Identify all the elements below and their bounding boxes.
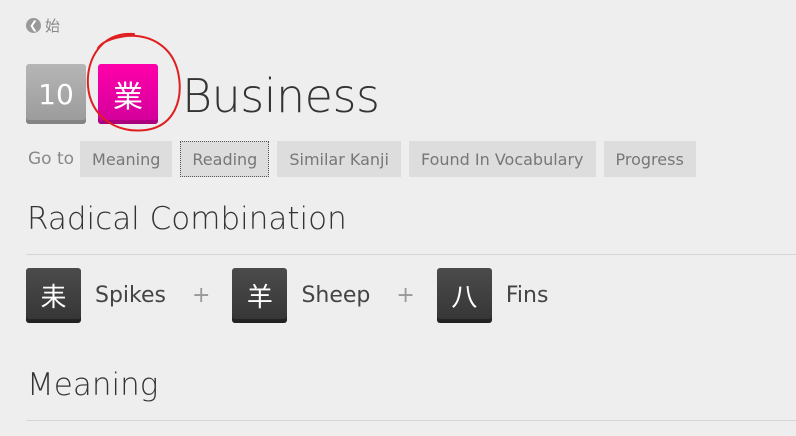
goto-meaning-button[interactable]: Meaning xyxy=(80,141,173,177)
radical-item-spikes[interactable]: ⽾ Spikes xyxy=(26,268,166,323)
goto-nav: Go to Meaning Reading Similar Kanji Foun… xyxy=(28,141,704,177)
radical-name: Sheep xyxy=(301,283,371,308)
radical-name: Fins xyxy=(505,283,549,308)
plus-sign: + xyxy=(192,283,211,308)
back-link[interactable]: ❮ 始 xyxy=(26,15,60,36)
goto-label: Go to xyxy=(28,149,75,169)
radical-symbol: ⽾ xyxy=(26,268,81,323)
plus-sign: + xyxy=(396,283,415,308)
radical-item-sheep[interactable]: 羊 Sheep xyxy=(232,268,370,323)
radical-name: Spikes xyxy=(95,283,166,308)
radical-symbol: 羊 xyxy=(232,268,288,323)
section-title-radical-combination: Radical Combination xyxy=(27,201,347,237)
back-link-label: 始 xyxy=(45,17,61,35)
kanji-character: 業 xyxy=(98,64,158,124)
level-badge: 10 xyxy=(26,64,86,124)
radical-item-fins[interactable]: 八 Fins xyxy=(436,268,549,323)
goto-progress-button[interactable]: Progress xyxy=(603,141,696,177)
goto-similar-kanji-button[interactable]: Similar Kanji xyxy=(277,141,401,177)
radical-symbol: 八 xyxy=(436,268,492,323)
goto-reading-button[interactable]: Reading xyxy=(180,141,270,177)
divider xyxy=(26,420,796,421)
section-title-meaning: Meaning xyxy=(27,367,159,403)
arrow-left-circle-icon: ❮ xyxy=(26,18,41,33)
radical-combination: ⽾ Spikes + 羊 Sheep + 八 Fins xyxy=(26,268,548,323)
page: ❮ 始 10 業 Business Go to Meaning Reading … xyxy=(0,0,796,436)
goto-found-in-vocabulary-button[interactable]: Found In Vocabulary xyxy=(408,141,596,177)
page-title: Business xyxy=(182,69,380,123)
divider xyxy=(26,254,796,255)
